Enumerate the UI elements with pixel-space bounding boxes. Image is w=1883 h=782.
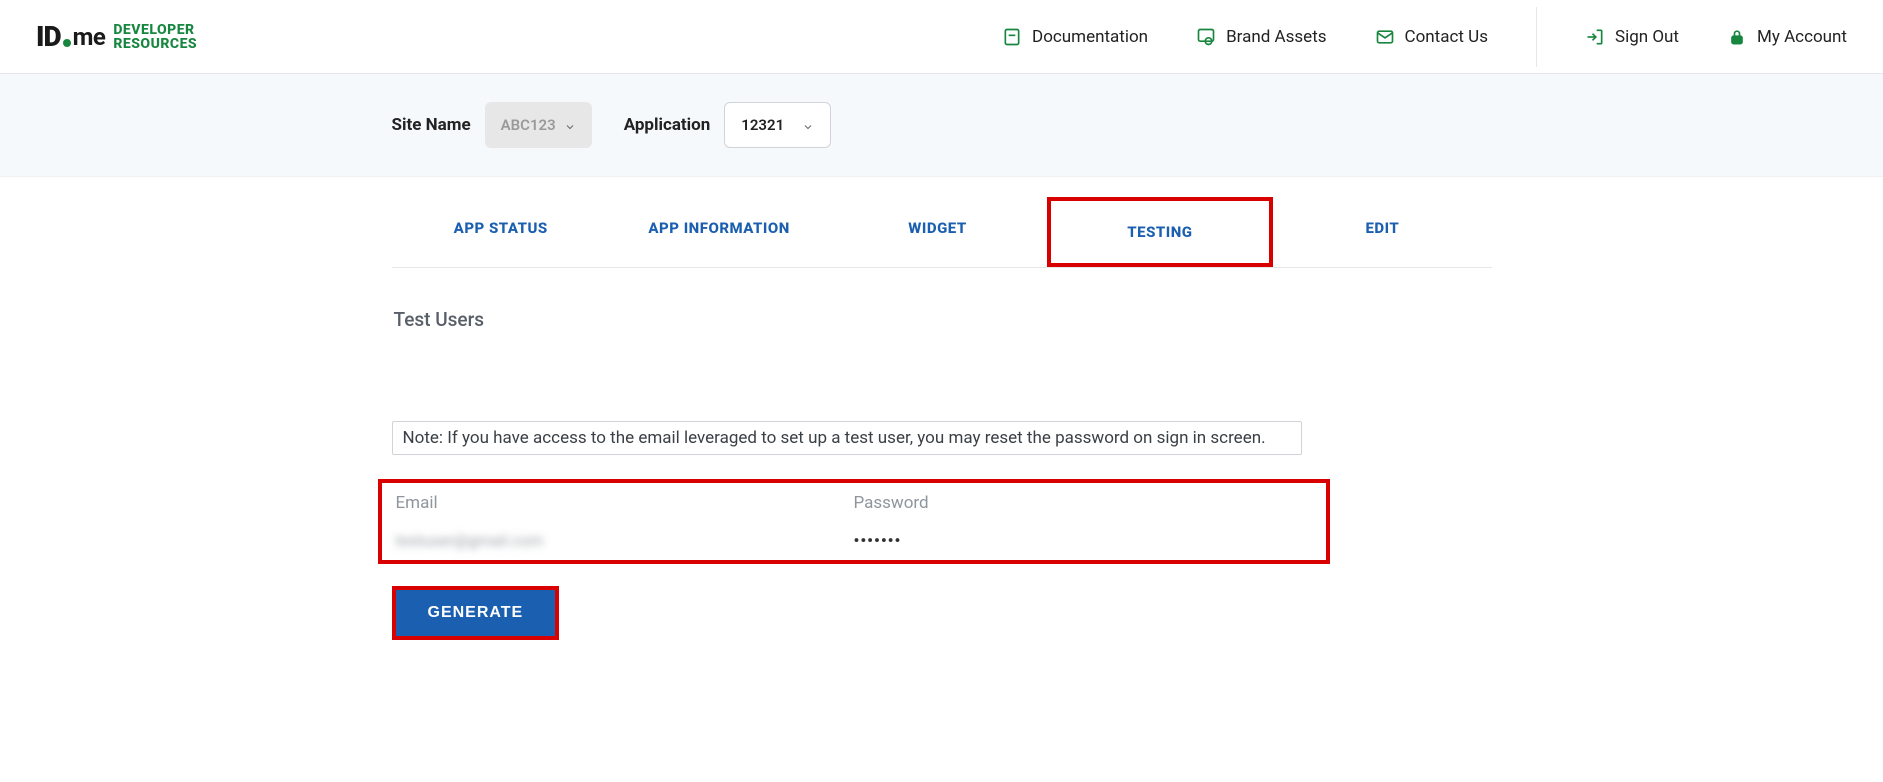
tab-widget[interactable]: WIDGET [828,197,1046,267]
nav-my-account[interactable]: My Account [1727,27,1847,47]
nav-links: Documentation Brand Assets Contact Us Si… [1002,7,1847,67]
application-label: Application [624,115,711,135]
tab-app-status[interactable]: APP STATUS [392,197,610,267]
site-name-label: Site Name [392,115,471,135]
tab-edit[interactable]: EDIT [1273,197,1491,267]
password-column: Password ••••••• [854,493,1312,560]
test-users-heading: Test Users [394,308,1490,331]
test-credentials: Email testuser@gmail.com Password ••••••… [378,479,1330,564]
generate-button[interactable]: GENERATE [396,590,556,636]
top-nav: ID me DEVELOPER RESOURCES Documentation … [0,0,1883,74]
logo-id-text: ID [36,20,61,53]
site-name-value: ABC123 [501,116,556,134]
tab-testing[interactable]: TESTING [1047,197,1273,267]
chevron-down-icon [802,119,814,131]
email-label: Email [396,493,854,513]
main-content: APP STATUS APP INFORMATION WIDGET TESTIN… [392,197,1492,640]
application-field: Application 12321 [624,102,831,148]
nav-brand-assets-label: Brand Assets [1226,27,1326,47]
document-icon [1002,27,1022,47]
logo-me-text: me [73,23,106,51]
note-box: Note: If you have access to the email le… [392,421,1302,455]
logo-subtitle: DEVELOPER RESOURCES [113,23,197,51]
logo-dot [63,39,71,47]
brand-assets-icon [1196,27,1216,47]
logo[interactable]: ID me DEVELOPER RESOURCES [36,20,197,53]
tab-bar: APP STATUS APP INFORMATION WIDGET TESTIN… [392,197,1492,268]
nav-documentation[interactable]: Documentation [1002,27,1148,47]
chevron-down-icon [564,119,576,131]
nav-contact-label: Contact Us [1405,27,1488,47]
generate-highlight: GENERATE [392,586,560,640]
nav-sign-out[interactable]: Sign Out [1585,27,1679,47]
application-select[interactable]: 12321 [724,102,831,148]
nav-brand-assets[interactable]: Brand Assets [1196,27,1326,47]
mail-icon [1375,27,1395,47]
nav-sign-out-label: Sign Out [1615,27,1679,47]
nav-documentation-label: Documentation [1032,27,1148,47]
nav-my-account-label: My Account [1757,27,1847,47]
password-value: ••••••• [854,531,1312,550]
logo-sub-line1: DEVELOPER [113,23,197,37]
context-bar: Site Name ABC123 Application 12321 [0,74,1883,177]
nav-divider [1536,7,1537,67]
password-label: Password [854,493,1312,513]
site-name-select: ABC123 [485,102,592,148]
application-value: 12321 [741,116,784,134]
tab-app-information[interactable]: APP INFORMATION [610,197,828,267]
email-value: testuser@gmail.com [396,531,854,550]
site-name-field: Site Name ABC123 [392,102,592,148]
logo-sub-line2: RESOURCES [113,37,197,51]
nav-contact-us[interactable]: Contact Us [1375,27,1488,47]
lock-icon [1727,27,1747,47]
sign-out-icon [1585,27,1605,47]
email-column: Email testuser@gmail.com [396,493,854,560]
